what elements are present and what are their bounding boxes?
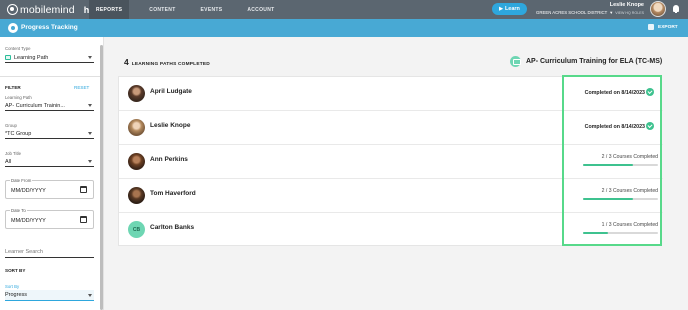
user-org: GREEN ACRES SCHOOL DISTRICT xyxy=(536,10,608,15)
learner-name[interactable]: Tom Haverford xyxy=(150,190,196,197)
view-roles-link[interactable]: VIEW HQ ROLES xyxy=(615,11,644,15)
date-to-input[interactable]: MM/DD/YYYY xyxy=(11,218,46,224)
job-title-value: All xyxy=(5,158,12,165)
learning-path-name: AP- Curriculum Training for ELA (TC-MS) xyxy=(526,58,663,65)
reset-link[interactable]: RESET xyxy=(74,85,89,90)
user-menu[interactable]: Leslie Knope GREEN ACRES SCHOOL DISTRICT… xyxy=(534,2,644,17)
learning-path-icon xyxy=(510,56,521,67)
avatar xyxy=(128,187,145,204)
date-from-field[interactable]: Date From MM/DD/YYYY xyxy=(5,178,94,199)
main-nav: REPORTS CONTENT EVENTS ACCOUNT xyxy=(89,0,292,19)
learner-search-input[interactable]: Learner Search xyxy=(5,247,94,258)
learner-name[interactable]: Ann Perkins xyxy=(150,156,188,163)
learner-name[interactable]: Carlton Banks xyxy=(150,224,194,231)
filter-sidebar: Content Type Learning Path FILTER RESET … xyxy=(0,37,104,310)
learn-icon: ▶ xyxy=(499,6,503,12)
sort-heading: SORT BY xyxy=(5,268,26,273)
calendar-icon[interactable] xyxy=(80,186,87,193)
learning-path-icon xyxy=(5,55,11,60)
job-title-select[interactable]: All xyxy=(5,157,94,167)
learning-path-value: AP- Curriculum Trainin... xyxy=(5,102,65,109)
status-column-highlight xyxy=(562,75,662,246)
learning-path-select[interactable]: AP- Curriculum Trainin... xyxy=(5,101,94,111)
filter-heading: FILTER xyxy=(5,85,21,90)
progress-icon xyxy=(8,23,18,33)
page-title: Progress Tracking xyxy=(21,24,78,31)
logo-icon xyxy=(7,4,18,15)
calendar-icon[interactable] xyxy=(80,216,87,223)
avatar: CB xyxy=(128,221,145,238)
nav-reports[interactable]: REPORTS xyxy=(89,0,130,19)
learner-name[interactable]: Leslie Knope xyxy=(150,122,190,129)
avatar xyxy=(128,85,145,102)
nav-content[interactable]: CONTENT xyxy=(142,0,182,19)
date-to-field[interactable]: Date To MM/DD/YYYY xyxy=(5,208,94,229)
learner-name[interactable]: April Ludgate xyxy=(150,88,192,95)
date-from-input[interactable]: MM/DD/YYYY xyxy=(11,188,46,194)
user-org-line: GREEN ACRES SCHOOL DISTRICT ▼ VIEW HQ ROLE… xyxy=(534,10,644,15)
sidebar-scrollbar[interactable] xyxy=(100,45,103,310)
learn-button[interactable]: ▶ Learn xyxy=(492,3,527,15)
divider xyxy=(0,76,100,77)
nav-account[interactable]: ACCOUNT xyxy=(240,0,281,19)
bell-icon[interactable] xyxy=(673,5,679,13)
user-avatar[interactable] xyxy=(650,1,666,17)
logo-text: mobilemind xyxy=(20,3,75,16)
content-type-label: Content Type xyxy=(5,46,31,51)
top-nav-bar: mobilemind hq REPORTS CONTENT EVENTS ACC… xyxy=(0,0,688,19)
chevron-down-icon xyxy=(88,56,92,59)
avatar xyxy=(128,153,145,170)
export-label: EXPORT xyxy=(658,24,678,30)
chevron-down-icon xyxy=(88,294,92,297)
export-icon xyxy=(648,24,654,30)
content-type-select[interactable]: Learning Path xyxy=(5,53,94,63)
content-type-value: Learning Path xyxy=(14,54,49,61)
date-to-label: Date To xyxy=(10,208,27,213)
chevron-down-icon[interactable]: ▼ xyxy=(609,10,613,15)
chevron-down-icon xyxy=(88,132,92,135)
user-name: Leslie Knope xyxy=(609,2,644,8)
avatar xyxy=(128,119,145,136)
chevron-down-icon xyxy=(88,104,92,107)
export-button[interactable]: EXPORT xyxy=(648,24,678,30)
chevron-down-icon xyxy=(88,160,92,163)
sort-select[interactable]: Progress xyxy=(5,290,94,301)
date-from-label: Date From xyxy=(10,178,33,183)
sort-value: Progress xyxy=(5,292,28,298)
learning-path-title: AP- Curriculum Training for ELA (TC-MS) xyxy=(510,56,662,67)
group-value: *TC Group xyxy=(5,130,32,137)
completed-count: 4 LEARNING PATHS COMPLETED xyxy=(124,57,210,67)
group-select[interactable]: *TC Group xyxy=(5,129,94,139)
learning-path-label: Learning Path xyxy=(5,95,32,100)
completed-count-label: LEARNING PATHS COMPLETED xyxy=(131,62,210,67)
group-label: Group xyxy=(5,123,17,128)
nav-events[interactable]: EVENTS xyxy=(194,0,230,19)
page-title-bar: Progress Tracking xyxy=(0,19,688,37)
learn-label: Learn xyxy=(504,6,520,12)
completed-count-number: 4 xyxy=(124,57,129,67)
sort-label: Sort By xyxy=(5,284,20,289)
job-title-label: Job Title xyxy=(5,151,22,156)
logo[interactable]: mobilemind hq xyxy=(7,3,95,16)
